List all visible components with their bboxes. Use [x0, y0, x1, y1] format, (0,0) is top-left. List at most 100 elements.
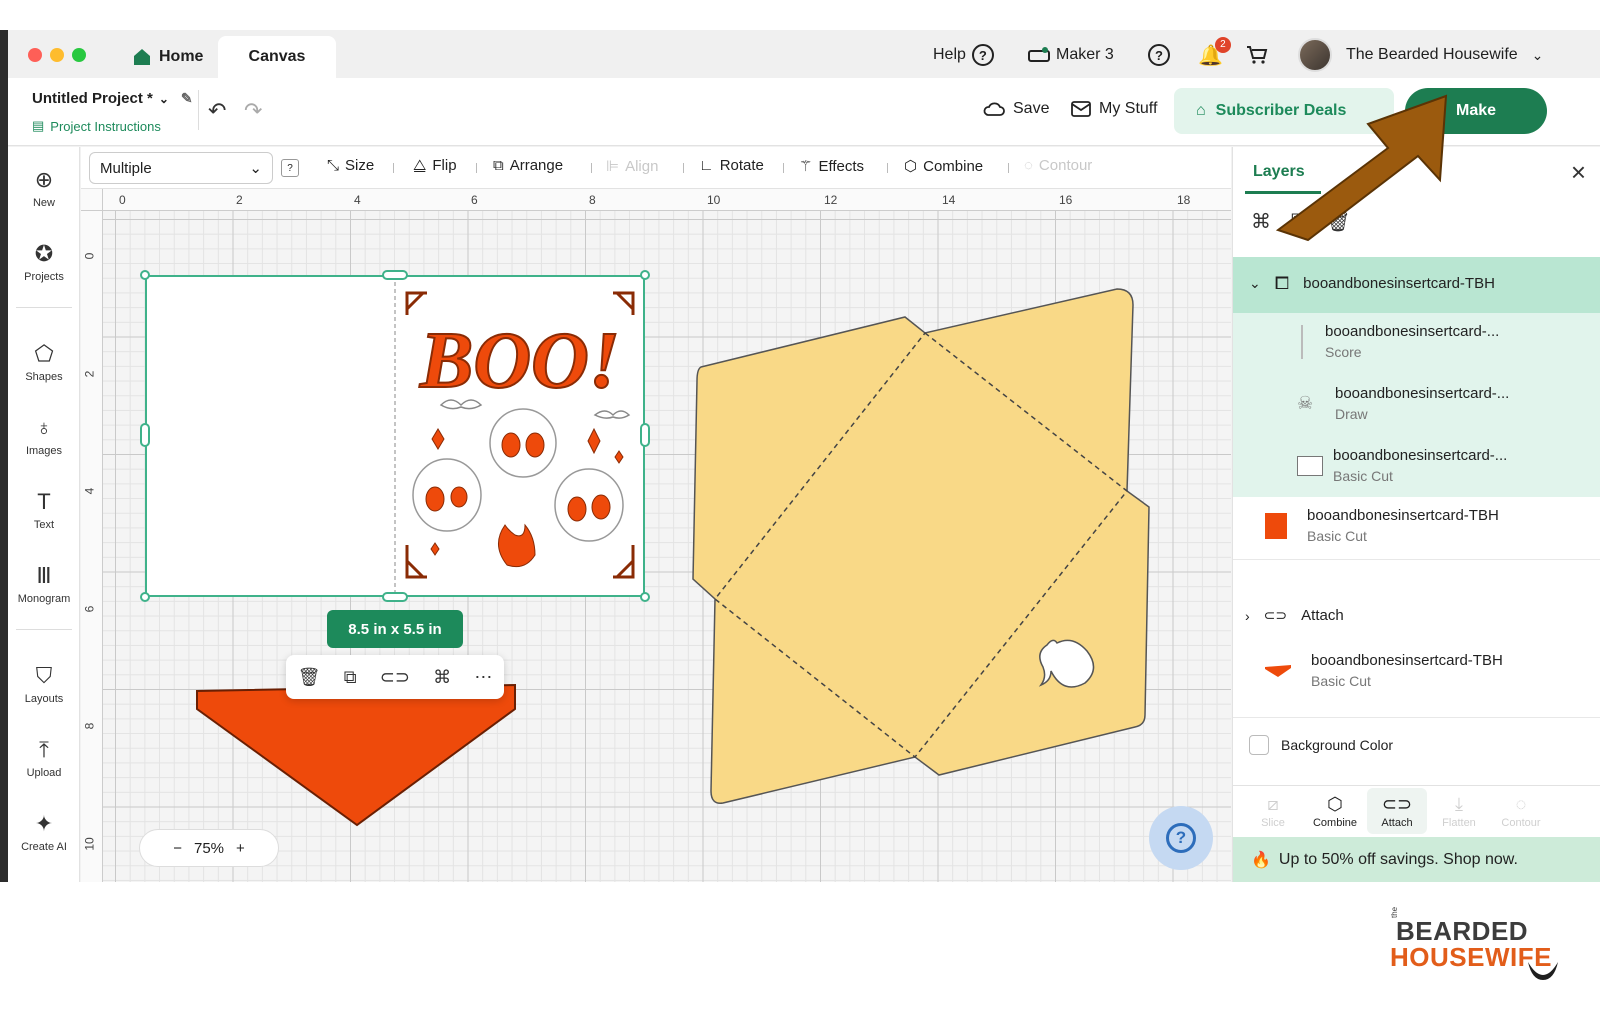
- duplicate-icon[interactable]: ⧉: [344, 667, 357, 688]
- pencil-icon[interactable]: ✎: [181, 90, 193, 107]
- close-icon[interactable]: ×: [1571, 157, 1586, 188]
- more-icon[interactable]: ⋯: [474, 667, 492, 688]
- arrange-label: Arrange: [509, 157, 564, 174]
- ruler-tick-label: 14: [942, 193, 956, 207]
- notification-badge: 2: [1214, 36, 1231, 53]
- contour-button[interactable]: ◌ Contour: [1491, 794, 1551, 829]
- rotate-button[interactable]: ∟ Rotate: [699, 157, 764, 174]
- score-line-icon: [1301, 324, 1303, 359]
- zoom-in-button[interactable]: +: [236, 840, 245, 857]
- contour-icon: ◌: [1024, 157, 1033, 174]
- resize-handle[interactable]: [640, 270, 650, 280]
- slice-button[interactable]: ⧄ Slice: [1243, 794, 1303, 829]
- attach-group-row[interactable]: › ⊂⊃ Attach: [1233, 607, 1600, 624]
- resize-handle[interactable]: [382, 592, 408, 602]
- tool-new[interactable]: ⊕ New: [8, 167, 80, 209]
- align-button[interactable]: ⊫ Align: [606, 157, 658, 176]
- save-button[interactable]: Save: [983, 100, 1049, 118]
- ruler-tick-label: 0: [119, 193, 126, 207]
- effects-button[interactable]: ⚚ Effects: [799, 157, 864, 176]
- arrange-button[interactable]: ⧉ Arrange: [493, 157, 563, 174]
- layer-color-swatch: [1265, 512, 1287, 539]
- notifications-button[interactable]: 🔔 2: [1198, 36, 1231, 70]
- contour-button[interactable]: ◌ Contour: [1024, 157, 1092, 174]
- resize-icon: ⤡: [327, 157, 340, 174]
- attach-button[interactable]: ⊂⊃ Attach: [1367, 788, 1427, 834]
- size-label: Size: [345, 157, 375, 174]
- layer-item[interactable]: ☠ booandbonesinsertcard-... Draw: [1233, 385, 1600, 422]
- machine-label: Maker 3: [1056, 46, 1114, 63]
- draw-thumbnail-icon: ☠: [1297, 393, 1314, 413]
- group-icon[interactable]: ⌘: [433, 667, 451, 688]
- operation-select[interactable]: Multiple ⌄: [89, 152, 273, 184]
- resize-handle[interactable]: [140, 270, 150, 280]
- size-button[interactable]: ⤡ Size: [327, 157, 374, 174]
- trash-icon[interactable]: 🗑: [298, 667, 321, 688]
- tool-shapes[interactable]: ⬠ Shapes: [8, 341, 80, 383]
- tool-images[interactable]: ♁ Images: [8, 415, 80, 457]
- redo-icon[interactable]: ↷: [244, 98, 262, 124]
- monogram-icon: Ⅲ: [36, 563, 52, 588]
- machine-selector[interactable]: Maker 3: [1028, 40, 1114, 70]
- design-canvas[interactable]: 0 2 4 6 8 10 12 14 16 18 0 2 4 6 8 10 BO…: [81, 189, 1231, 882]
- support-button[interactable]: ?: [1148, 40, 1170, 70]
- combine-button[interactable]: ⬡ Combine: [904, 157, 983, 176]
- resize-handle[interactable]: [140, 423, 150, 447]
- project-instructions-link[interactable]: ▤ Project Instructions: [32, 118, 161, 134]
- combine-button[interactable]: ⬡ Combine: [1305, 794, 1365, 829]
- resize-handle[interactable]: [382, 270, 408, 280]
- resize-handle[interactable]: [140, 592, 150, 602]
- resize-handle[interactable]: [640, 592, 650, 602]
- align-icon: ⊫: [606, 158, 620, 175]
- user-menu[interactable]: The Bearded Housewife ⌄: [1298, 36, 1543, 74]
- flatten-button[interactable]: ⤓ Flatten: [1429, 794, 1489, 829]
- divider: [683, 163, 684, 173]
- tool-upload[interactable]: ⤒ Upload: [8, 737, 80, 779]
- layer-item[interactable]: booandbonesinsertcard-TBH Basic Cut: [1233, 652, 1600, 689]
- my-stuff-button[interactable]: My Stuff: [1071, 100, 1157, 118]
- flip-button[interactable]: ⧋ Flip: [413, 157, 457, 174]
- tab-canvas[interactable]: Canvas: [218, 36, 336, 78]
- layer-group-row[interactable]: ⌄ ⧠ booandbonesinsertcard-TBH: [1233, 273, 1600, 294]
- attach-icon[interactable]: ⊂⊃: [380, 667, 410, 688]
- background-color-checkbox[interactable]: [1249, 735, 1269, 755]
- tab-home[interactable]: Home: [123, 36, 223, 78]
- undo-icon[interactable]: ↶: [208, 98, 226, 124]
- tool-layouts[interactable]: ⛉ Layouts: [8, 663, 80, 705]
- resize-handle[interactable]: [640, 423, 650, 447]
- chevron-down-icon: ⌄: [249, 160, 262, 177]
- lightbulb-icon: ♁: [35, 415, 53, 440]
- tool-projects[interactable]: ✪ Projects: [8, 241, 80, 283]
- project-title[interactable]: Untitled Project * ⌄ ✎: [32, 90, 193, 107]
- divider: [887, 163, 888, 173]
- orange-pocket-shape[interactable]: [195, 679, 519, 829]
- envelope-shape[interactable]: [687, 285, 1167, 815]
- project-title-text: Untitled Project *: [32, 90, 153, 107]
- help-button[interactable]: Help ?: [933, 40, 994, 70]
- layer-item[interactable]: booandbonesinsertcard-TBH Basic Cut: [1233, 507, 1600, 544]
- layer-item[interactable]: booandbonesinsertcard-... Basic Cut: [1233, 447, 1600, 484]
- zoom-out-button[interactable]: −: [173, 840, 182, 857]
- promo-banner[interactable]: 🔥 Up to 50% off savings. Shop now.: [1233, 837, 1600, 882]
- tool-text[interactable]: T Text: [8, 489, 80, 531]
- help-chat-button[interactable]: ?: [1149, 806, 1213, 870]
- rocket-icon: ✪: [34, 241, 54, 266]
- help-label: Help: [933, 46, 966, 63]
- layer-item[interactable]: booandbonesinsertcard-... Score: [1233, 323, 1600, 360]
- close-window-button[interactable]: [28, 48, 42, 62]
- envelope-icon: [1071, 101, 1091, 117]
- layer-color-swatch: [1265, 664, 1291, 677]
- operation-help-icon[interactable]: ?: [281, 159, 299, 177]
- layer-operation: Basic Cut: [1333, 468, 1393, 484]
- divider: [393, 163, 394, 173]
- tool-monogram[interactable]: Ⅲ Monogram: [8, 563, 80, 605]
- layers-panel: Layers × ⌘ ⧉ 🗑 ⌄ ⧠ booandbonesinsertcard…: [1232, 147, 1600, 882]
- tool-create-ai[interactable]: ✦ Create AI: [8, 811, 80, 853]
- zoom-window-button[interactable]: [72, 48, 86, 62]
- minimize-window-button[interactable]: [50, 48, 64, 62]
- tshirt-icon: ⛉: [35, 663, 53, 688]
- cart-button[interactable]: [1246, 40, 1268, 70]
- background-color-toggle[interactable]: Background Color: [1249, 735, 1393, 755]
- ruler-tick-label: 6: [471, 193, 478, 207]
- attach-label: Attach: [1381, 817, 1413, 829]
